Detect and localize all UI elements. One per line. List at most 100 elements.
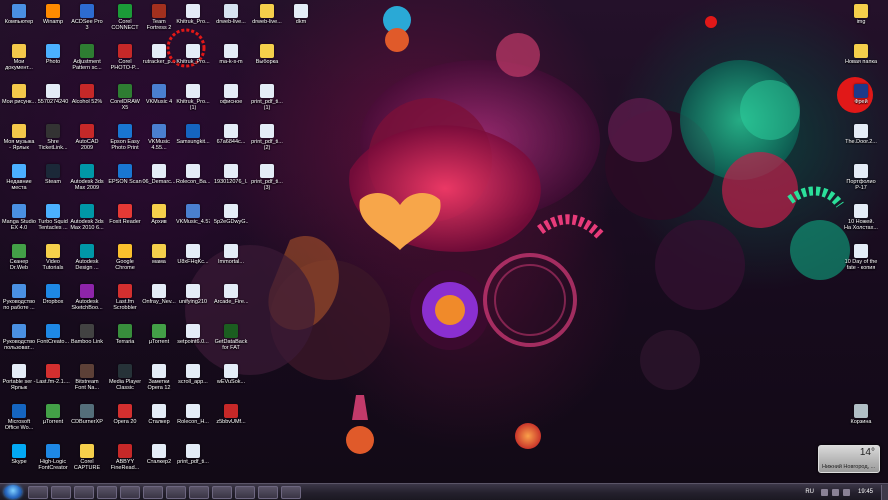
desktop-icon[interactable]: Corel PHOTO-P... — [108, 44, 142, 71]
desktop-icon[interactable]: Rolecon_Ba... — [176, 164, 210, 185]
desktop-icon[interactable]: Autodesk 3ds Max 2009 64... — [70, 164, 104, 191]
desktop-icon[interactable]: Adjustment Pattern sc... — [70, 44, 104, 71]
tray-network-icon[interactable] — [831, 488, 839, 496]
desktop-icon[interactable]: Turbo Squid Tentacles ... — [36, 204, 70, 231]
desktop-icon[interactable]: µTorrent — [142, 324, 176, 345]
taskbar-skype-icon[interactable] — [235, 485, 255, 499]
taskbar-steam-icon[interactable] — [258, 485, 278, 499]
desktop-icon[interactable]: Архив — [142, 204, 176, 225]
desktop-icon[interactable]: 5p2eGDwyG... — [214, 204, 248, 225]
desktop-icon[interactable]: Winamp — [36, 4, 70, 25]
desktop-icon[interactable]: офисное — [214, 84, 248, 105]
desktop-icon[interactable]: Portable ser - Ярлык — [2, 364, 36, 391]
desktop-icon[interactable]: Samsungkit... — [176, 124, 210, 145]
desktop-icon[interactable]: Khitruk_Pro... (1) — [176, 84, 210, 111]
desktop-icon[interactable]: Компьютер — [2, 4, 36, 25]
desktop-icon[interactable]: Video Tutorials — [36, 244, 70, 271]
desktop-icon[interactable]: 193012076_l... — [214, 164, 248, 185]
taskbar-photoshop-icon[interactable] — [120, 485, 140, 499]
desktop-icon[interactable]: Заметки Opera 12 — [142, 364, 176, 391]
desktop-icon[interactable]: Terraria — [108, 324, 142, 345]
desktop-icon[interactable]: print_pdf_ti... (1) — [250, 84, 284, 111]
desktop-icon[interactable]: Портфолио P-17 — [844, 164, 878, 191]
desktop-icon[interactable]: Выборка — [250, 44, 284, 65]
desktop-icon[interactable]: img — [844, 4, 878, 25]
tray-volume-icon[interactable] — [842, 488, 850, 496]
desktop-icon[interactable]: Media Player Classic — [108, 364, 142, 391]
desktop-icon[interactable]: Opera 20 — [108, 404, 142, 425]
desktop-icon[interactable]: Shre TicketLink... — [36, 124, 70, 151]
desktop-icon[interactable]: z5bbvUMf... — [214, 404, 248, 425]
desktop-icon[interactable]: Autodesk 3ds Max 2010 6... — [70, 204, 104, 231]
desktop-icon[interactable]: AutoCAD 2009 — [70, 124, 104, 151]
weather-gadget[interactable]: 14° Нижний Новгород, ... — [818, 445, 880, 473]
desktop-icon[interactable]: FontCreato... — [36, 324, 70, 345]
desktop-icon[interactable]: Моя музыка - Ярлык — [2, 124, 36, 151]
desktop-icon[interactable]: Corel CONNECT — [108, 4, 142, 31]
desktop-icon[interactable]: Steam — [36, 164, 70, 185]
desktop-icon[interactable]: Corel CAPTURE X5 — [70, 444, 104, 471]
taskbar-opera-icon[interactable] — [97, 485, 117, 499]
desktop-icon[interactable]: Immortal... — [214, 244, 248, 265]
desktop-icon[interactable]: Фрей — [844, 84, 878, 105]
desktop-icon[interactable]: GetDataBack for FAT — [214, 324, 248, 351]
desktop-icon[interactable]: 5570274240 — [36, 84, 70, 105]
desktop-icon[interactable]: Сталкер — [142, 404, 176, 425]
desktop-icon[interactable]: High-Logic FontCreator — [36, 444, 70, 471]
desktop-icon[interactable]: Сталкер2 — [142, 444, 176, 465]
desktop-icon[interactable]: Корзина — [844, 404, 878, 425]
desktop-icon[interactable]: мама — [142, 244, 176, 265]
desktop-icon[interactable]: scroll_app... — [176, 364, 210, 385]
desktop-icon[interactable]: Мои документ... — [2, 44, 36, 71]
desktop-icon[interactable]: EPSON Scan — [108, 164, 142, 185]
desktop-icon[interactable]: Microsoft Office Wo... — [2, 404, 36, 431]
desktop-icon[interactable]: Arcade_Fire... — [214, 284, 248, 305]
desktop-icon[interactable]: Dropbox — [36, 284, 70, 305]
desktop-icon[interactable]: Google Chrome — [108, 244, 142, 271]
desktop-icon[interactable]: CorelDRAW X5 — [108, 84, 142, 111]
desktop-icon[interactable]: VKMusic 4 — [142, 84, 176, 105]
desktop-icon[interactable]: wEVuSok... — [214, 364, 248, 385]
desktop-icon[interactable]: Недавние места — [2, 164, 36, 191]
desktop-icon[interactable]: 10 Ножей. На Холстах... — [844, 204, 878, 231]
desktop-icon[interactable]: Bamboo Link — [70, 324, 104, 345]
desktop-icon[interactable]: Мои рисунк... — [2, 84, 36, 105]
desktop-icon[interactable]: Rolecon_H... — [176, 404, 210, 425]
desktop-icon[interactable]: Autodesk Design ... — [70, 244, 104, 271]
desktop-icon[interactable]: U8xFHqKc... — [176, 244, 210, 265]
taskbar-utorrent-icon[interactable] — [212, 485, 232, 499]
taskbar-vk-icon[interactable] — [189, 485, 209, 499]
desktop-icon[interactable]: print_pdf_ti... — [176, 444, 210, 465]
show-desktop-button[interactable] — [881, 484, 888, 500]
desktop-icon[interactable]: Photo — [36, 44, 70, 65]
desktop-icon[interactable]: Alcohol 52% — [70, 84, 104, 105]
desktop-icon[interactable]: Khitruk_Pro... — [176, 4, 210, 25]
desktop-icon[interactable]: Skype — [2, 444, 36, 465]
taskbar-media-icon[interactable] — [166, 485, 186, 499]
taskbar-explorer-icon[interactable] — [28, 485, 48, 499]
desktop-icon[interactable]: µTorrent — [36, 404, 70, 425]
desktop-icon[interactable]: Руководство по работе ... — [2, 284, 36, 311]
desktop-icon[interactable]: 06_Demarc... — [142, 164, 176, 185]
desktop-icon[interactable]: ABBYY FineRead... — [108, 444, 142, 471]
desktop-icon[interactable]: ACDSee Pro 3 — [70, 4, 104, 31]
start-button[interactable] — [4, 485, 22, 499]
desktop-icon[interactable]: drweb-live... — [214, 4, 248, 25]
desktop-icon[interactable]: 67a6844c... — [214, 124, 248, 145]
desktop-icon[interactable]: Last.fm Scrobbler — [108, 284, 142, 311]
desktop-icon[interactable]: VKMusic_4.57 — [176, 204, 210, 225]
desktop-icon[interactable]: Last.fm-2.1.... — [36, 364, 70, 385]
desktop-icon[interactable]: ma-k-s-m — [214, 44, 248, 65]
desktop-icon[interactable]: Foxit Reader — [108, 204, 142, 225]
taskbar-other-icon[interactable] — [281, 485, 301, 499]
desktop-icon[interactable]: dkm — [284, 4, 318, 25]
taskbar-acdsee-icon[interactable] — [143, 485, 163, 499]
desktop-icon[interactable]: 10 Day of the fate - копия — [844, 244, 878, 271]
desktop-icon[interactable]: drweb-live... — [250, 4, 284, 25]
desktop-icon[interactable]: setpoint6.0... — [176, 324, 210, 345]
desktop-icon[interactable]: Новая папка — [844, 44, 878, 65]
desktop-icon[interactable]: Bitstream Font Na... — [70, 364, 104, 391]
desktop-icon[interactable]: CDBurnerXP — [70, 404, 104, 425]
desktop-icon[interactable]: Руководство пользоват... — [2, 324, 36, 351]
desktop-icon[interactable]: Team Fortress 2 — [142, 4, 176, 31]
